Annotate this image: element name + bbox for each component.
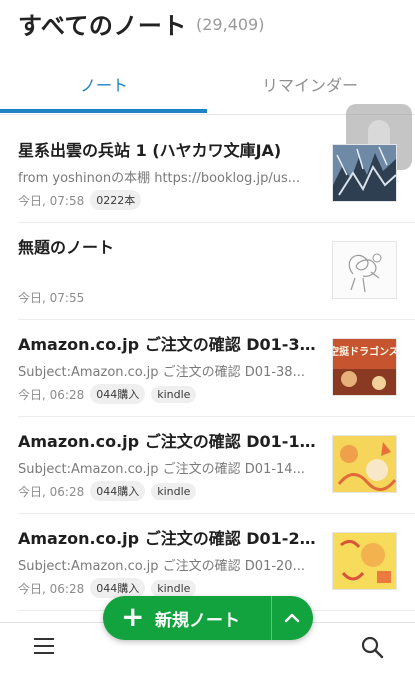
app-header: すべてのノート (29,409) — [0, 0, 415, 48]
book-cover-thumbnail — [332, 532, 397, 590]
note-tag[interactable]: 044購入 — [90, 384, 146, 404]
active-tab-indicator — [0, 109, 207, 113]
note-date: 今日, 06:28 — [18, 387, 85, 402]
note-snippet: Subject:Amazon.co.jp ご注文の確認 D01-14... — [18, 462, 305, 477]
cover-title: 空挺ドラゴンズ — [333, 345, 396, 358]
tab-reminders[interactable]: リマインダー — [262, 72, 358, 96]
note-tag[interactable]: 044購入 — [90, 578, 146, 598]
note-snippet: Subject:Amazon.co.jp ご注文の確認 D01-38... — [18, 365, 305, 380]
note-tag[interactable]: kindle — [151, 385, 197, 403]
note-title: 無題のノート — [18, 238, 115, 257]
note-date: 今日, 06:28 — [18, 484, 85, 499]
sketch-thumbnail — [332, 241, 397, 299]
note-meta: 今日, 07:58 0222本 — [18, 190, 147, 210]
fab-divider — [271, 596, 272, 640]
note-title: Amazon.co.jp ご注文の確認 D01-146... — [18, 432, 324, 451]
book-cover-thumbnail — [332, 435, 397, 493]
note-tag[interactable]: kindle — [151, 482, 197, 500]
new-note-button[interactable]: + 新規ノート — [103, 596, 313, 640]
menu-icon[interactable] — [34, 637, 56, 655]
list-item[interactable]: Amazon.co.jp ご注文の確認 D01-146... Subject:A… — [18, 417, 415, 514]
note-meta: 今日, 06:28 044購入 kindle — [18, 384, 202, 404]
note-meta: 今日, 06:28 044購入 kindle — [18, 578, 202, 598]
note-title: Amazon.co.jp ご注文の確認 D01-208... — [18, 529, 324, 548]
chevron-up-icon[interactable] — [283, 610, 301, 624]
photo-thumbnail — [332, 144, 397, 202]
tab-notes[interactable]: ノート — [80, 72, 128, 96]
page-title: すべてのノート — [18, 12, 187, 40]
note-title: Amazon.co.jp ご注文の確認 D01-384... — [18, 335, 324, 354]
note-meta: 今日, 07:55 — [18, 287, 90, 307]
list-item[interactable]: 星系出雲の兵站 1 (ハヤカワ文庫JA) from yoshinonの本棚 ht… — [18, 126, 415, 223]
note-tag[interactable]: 0222本 — [90, 190, 142, 210]
note-meta: 今日, 06:28 044購入 kindle — [18, 481, 202, 501]
new-note-label: 新規ノート — [155, 611, 240, 631]
note-tag[interactable]: 044購入 — [90, 481, 146, 501]
note-date: 今日, 06:28 — [18, 581, 85, 596]
search-icon[interactable] — [360, 635, 384, 659]
plus-icon: + — [121, 600, 145, 633]
list-item[interactable]: 無題のノート 今日, 07:55 — [18, 223, 415, 320]
note-date: 今日, 07:58 — [18, 193, 85, 208]
book-cover-thumbnail: 空挺ドラゴンズ — [332, 338, 397, 396]
note-count: (29,409) — [196, 15, 265, 34]
note-snippet: from yoshinonの本棚 https://booklog.jp/us..… — [18, 171, 301, 186]
note-list: 星系出雲の兵站 1 (ハヤカワ文庫JA) from yoshinonの本棚 ht… — [0, 126, 415, 611]
note-snippet: Subject:Amazon.co.jp ご注文の確認 D01-20... — [18, 559, 305, 574]
list-item[interactable]: Amazon.co.jp ご注文の確認 D01-384... Subject:A… — [18, 320, 415, 417]
note-title: 星系出雲の兵站 1 (ハヤカワ文庫JA) — [18, 141, 282, 160]
note-tag[interactable]: kindle — [151, 579, 197, 597]
note-date: 今日, 07:55 — [18, 290, 85, 305]
